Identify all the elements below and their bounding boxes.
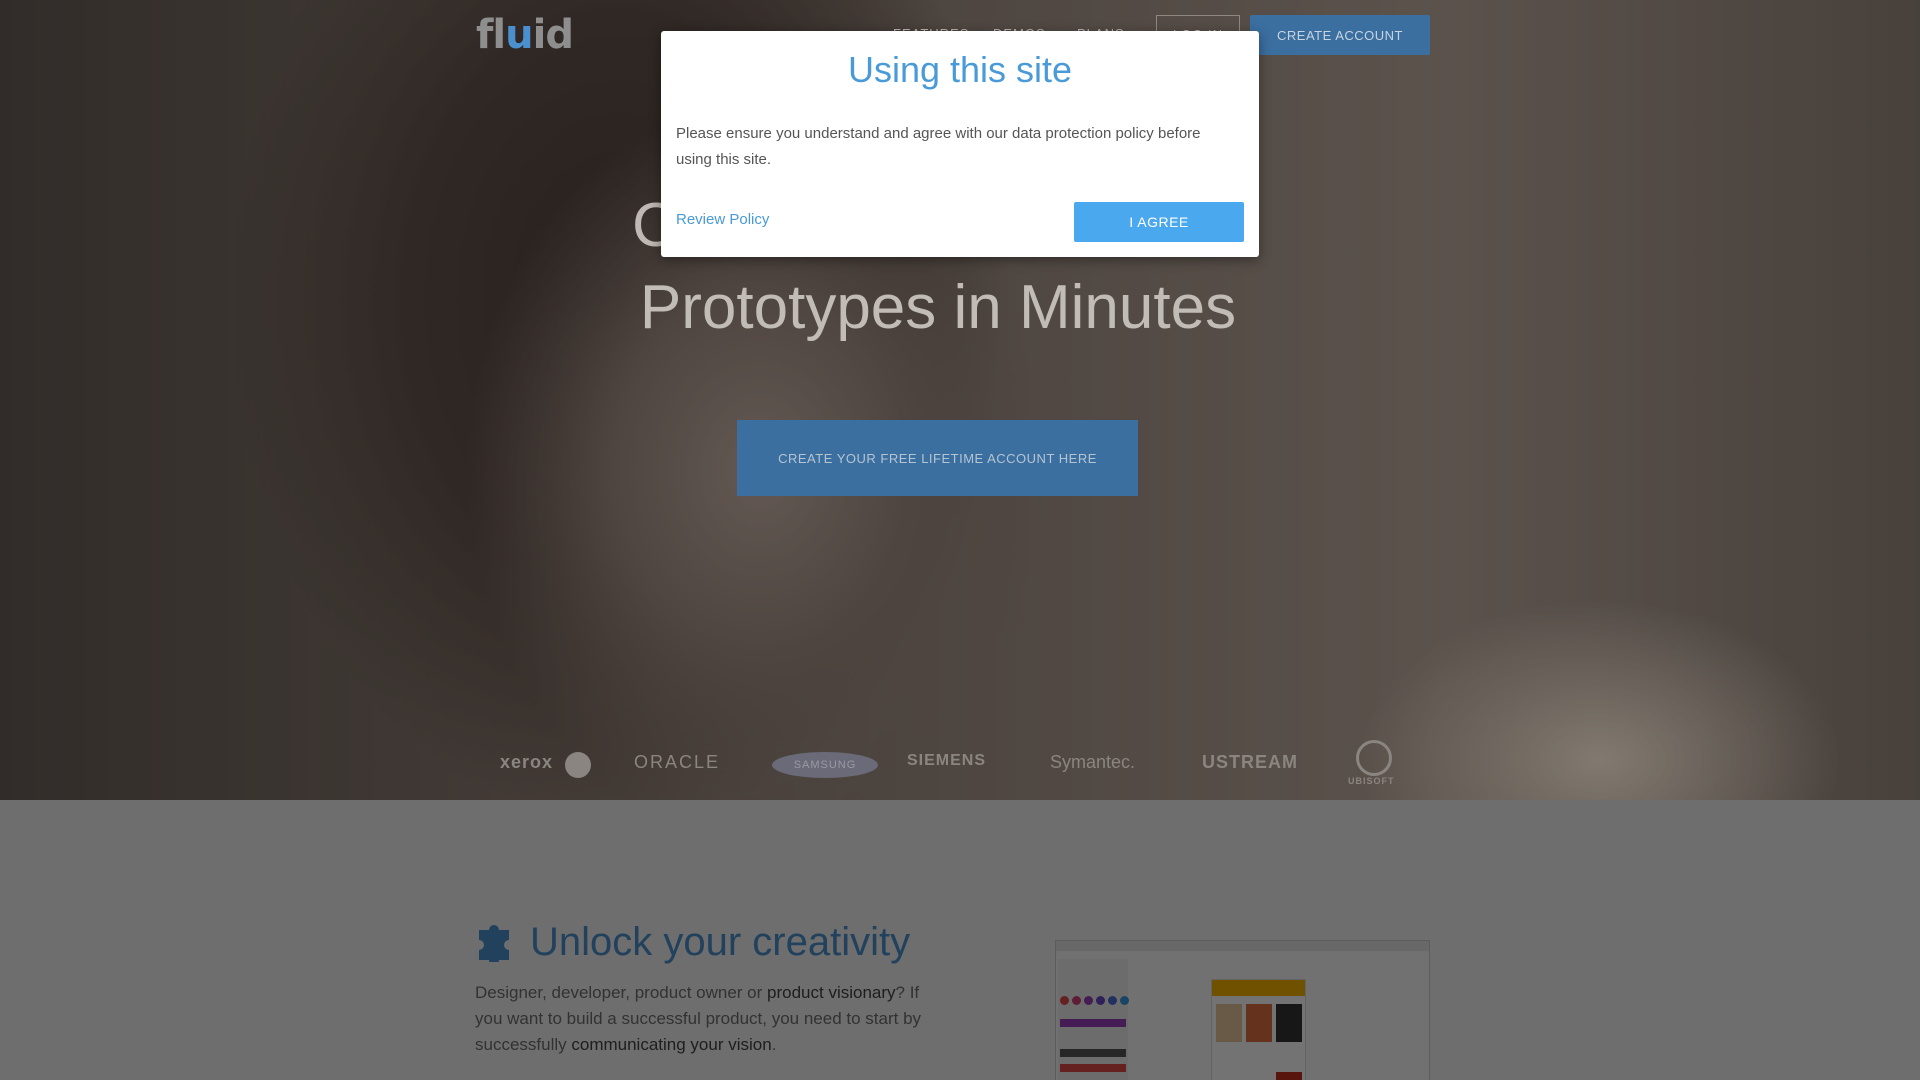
data-policy-modal: Using this site Please ensure you unders…: [661, 31, 1259, 257]
review-policy-link[interactable]: Review Policy: [676, 211, 769, 228]
modal-title: Using this site: [847, 49, 1073, 90]
modal-body: Please ensure you understand and agree w…: [676, 125, 1201, 168]
agree-button[interactable]: I AGREE: [1074, 202, 1244, 242]
